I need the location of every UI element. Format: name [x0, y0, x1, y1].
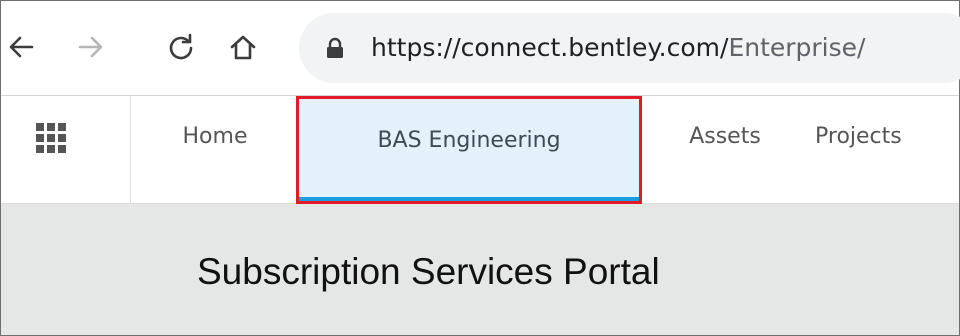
url-text[interactable]: https://connect.bentley.com/Enterprise/	[371, 31, 865, 65]
reload-icon	[169, 33, 193, 60]
page-title: Subscription Services Portal	[197, 251, 660, 292]
browser-window: https://connect.bentley.com/Enterprise/ …	[0, 0, 960, 336]
arrow-left-icon	[9, 36, 34, 58]
nav-item-home[interactable]: Home	[131, 96, 299, 203]
nav-item-assets[interactable]: Assets	[663, 96, 787, 203]
home-button[interactable]	[223, 27, 263, 67]
back-button[interactable]	[1, 27, 41, 67]
nav-item-label: Projects	[815, 124, 902, 149]
nav-item-bas-engineering[interactable]: BAS Engineering	[296, 96, 642, 204]
reload-button[interactable]	[161, 27, 201, 67]
url-path: Enterprise/	[728, 33, 866, 62]
lock-icon	[327, 37, 343, 58]
url-host: https://connect.bentley.com/	[371, 33, 729, 62]
page-content: Subscription Services Portal	[1, 204, 959, 335]
home-icon	[230, 35, 256, 60]
apps-grid-icon	[36, 123, 66, 153]
apps-launcher-button[interactable]	[1, 96, 131, 203]
address-bar[interactable]: https://connect.bentley.com/Enterprise/	[299, 13, 960, 83]
nav-item-label: BAS Engineering	[377, 128, 561, 153]
nav-item-label: Assets	[689, 124, 761, 149]
forward-button[interactable]	[71, 27, 111, 67]
app-nav-bar: Home BAS Engineering Assets Projects	[1, 96, 959, 204]
nav-item-label: Home	[182, 124, 248, 149]
nav-item-projects[interactable]: Projects	[801, 96, 960, 203]
active-tab-underline	[299, 197, 639, 201]
browser-toolbar: https://connect.bentley.com/Enterprise/	[1, 1, 960, 96]
arrow-right-icon	[78, 36, 103, 58]
